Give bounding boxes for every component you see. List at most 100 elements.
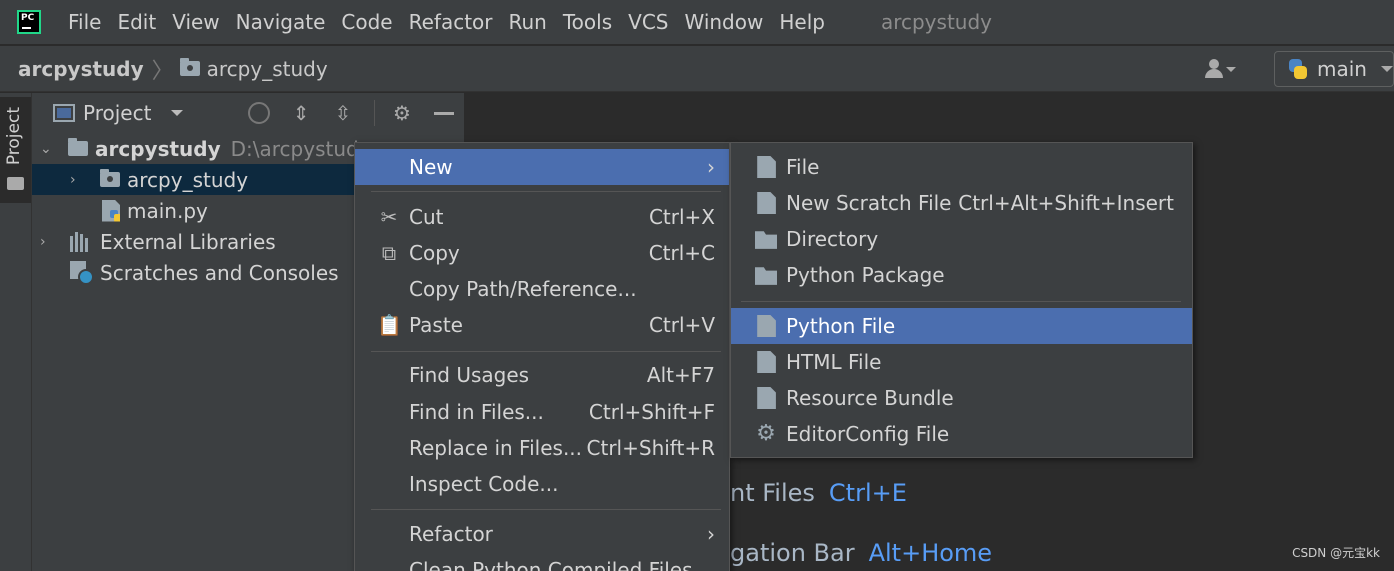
menu-item-paste[interactable]: 📋 Paste Ctrl+V xyxy=(355,307,729,343)
chevron-down-icon[interactable]: ⌄ xyxy=(40,141,68,157)
scissors-icon: ✂ xyxy=(380,205,398,229)
window-title: arcpystudy xyxy=(880,10,992,34)
menu-item-find-usages[interactable]: Find Usages Alt+F7 xyxy=(355,357,729,393)
navigation-bar: arcpystudy 〉 arcpy_study main xyxy=(0,46,1394,92)
menu-refactor[interactable]: Refactor xyxy=(409,10,493,34)
submenu-item-file[interactable]: File xyxy=(731,149,1192,185)
submenu-item-python-package[interactable]: Python Package xyxy=(731,257,1192,293)
menu-item-cut-shortcut: Ctrl+X xyxy=(648,205,715,229)
submenu-item-html-file-label: HTML File xyxy=(786,350,882,374)
submenu-item-resource-bundle[interactable]: Resource Bundle xyxy=(731,380,1192,416)
watermark: CSDN @元宝kk xyxy=(1292,546,1380,560)
gear-icon[interactable]: ⚙ xyxy=(391,102,413,124)
directory-icon xyxy=(755,231,777,249)
breadcrumb-child[interactable]: arcpy_study xyxy=(207,57,328,81)
collapse-all-icon[interactable]: ⇳ xyxy=(332,102,354,124)
chevron-down-icon[interactable] xyxy=(171,110,184,122)
chevron-right-icon: › xyxy=(707,155,715,179)
menu-item-refactor[interactable]: Refactor › xyxy=(355,516,729,552)
project-tool-tab[interactable]: Project xyxy=(0,97,31,203)
tree-libraries-name: External Libraries xyxy=(100,229,276,254)
run-configuration-selector[interactable]: main xyxy=(1274,51,1394,87)
toolbar-divider xyxy=(374,100,375,126)
library-icon xyxy=(70,231,94,252)
submenu-item-resource-bundle-label: Resource Bundle xyxy=(786,386,954,410)
submenu-item-html-file[interactable]: HTML File xyxy=(731,344,1192,380)
menu-divider xyxy=(371,509,721,510)
python-icon xyxy=(1289,59,1308,79)
menu-divider xyxy=(371,351,721,352)
package-folder-icon xyxy=(100,169,120,187)
file-icon xyxy=(757,156,776,178)
chevron-right-icon[interactable]: › xyxy=(40,234,70,250)
python-file-icon xyxy=(102,199,120,222)
tree-file-name: main.py xyxy=(127,198,208,223)
run-config-label: main xyxy=(1317,57,1367,81)
menu-view[interactable]: View xyxy=(172,10,219,34)
submenu-item-python-file[interactable]: Python File xyxy=(731,308,1192,344)
menu-item-cut-label: Cut xyxy=(409,205,444,229)
hint-navigation-bar: gation Bar Alt+Home xyxy=(730,539,992,567)
tree-folder-name: arcpy_study xyxy=(127,167,249,192)
menu-navigate[interactable]: Navigate xyxy=(236,10,326,34)
menu-item-cut[interactable]: ✂ Cut Ctrl+X xyxy=(355,199,729,235)
project-view-icon xyxy=(53,104,75,122)
menu-item-replace-in-files-shortcut: Ctrl+Shift+R xyxy=(586,436,715,460)
account-icon[interactable] xyxy=(1202,57,1236,81)
menu-divider xyxy=(371,191,721,192)
menu-item-copy-shortcut: Ctrl+C xyxy=(648,241,715,265)
submenu-item-scratch-shortcut: Ctrl+Alt+Shift+Insert xyxy=(958,191,1174,215)
chevron-right-icon[interactable]: › xyxy=(70,172,100,188)
menu-item-replace-in-files[interactable]: Replace in Files... Ctrl+Shift+R xyxy=(355,430,729,466)
menu-vcs[interactable]: VCS xyxy=(628,10,668,34)
project-panel-header: Project ⇕ ⇳ ⚙ xyxy=(32,93,464,133)
menu-tools[interactable]: Tools xyxy=(563,10,612,34)
folder-icon xyxy=(179,58,200,76)
menu-item-paste-shortcut: Ctrl+V xyxy=(648,313,715,337)
tree-scratches-name: Scratches and Consoles xyxy=(100,260,339,285)
breadcrumb-separator-icon: 〉 xyxy=(151,58,174,84)
expand-all-icon[interactable]: ⇕ xyxy=(290,102,312,124)
menu-item-find-in-files[interactable]: Find in Files... Ctrl+Shift+F xyxy=(355,394,729,430)
hide-panel-icon[interactable] xyxy=(433,102,455,124)
submenu-item-directory[interactable]: Directory xyxy=(731,221,1192,257)
menu-item-copy-label: Copy xyxy=(409,241,460,265)
menu-item-replace-in-files-label: Replace in Files... xyxy=(409,436,583,460)
menu-edit[interactable]: Edit xyxy=(117,10,156,34)
menu-item-inspect-code[interactable]: Inspect Code... xyxy=(355,466,729,502)
breadcrumb-root[interactable]: arcpystudy xyxy=(18,57,144,81)
python-package-icon xyxy=(755,267,777,285)
copy-icon: ⧉ xyxy=(381,241,397,265)
menu-file[interactable]: File xyxy=(68,10,101,34)
menu-item-find-usages-shortcut: Alt+F7 xyxy=(646,363,715,387)
menu-code[interactable]: Code xyxy=(341,10,392,34)
python-file-icon xyxy=(757,315,776,337)
chevron-down-icon xyxy=(1381,66,1393,78)
menu-window[interactable]: Window xyxy=(684,10,763,34)
menu-item-copy[interactable]: ⧉ Copy Ctrl+C xyxy=(355,235,729,271)
menu-item-clean-python-label: Clean Python Compiled Files xyxy=(409,558,693,571)
new-submenu: File New Scratch File Ctrl+Alt+Shift+Ins… xyxy=(730,142,1193,458)
menu-item-find-in-files-shortcut: Ctrl+Shift+F xyxy=(588,400,715,424)
menu-item-clean-python[interactable]: Clean Python Compiled Files xyxy=(355,552,729,571)
folder-icon xyxy=(68,138,88,156)
project-tab-label: Project xyxy=(4,107,24,166)
menu-item-inspect-code-label: Inspect Code... xyxy=(409,472,559,496)
locate-file-icon[interactable] xyxy=(248,102,270,124)
context-menu: New › ✂ Cut Ctrl+X ⧉ Copy Ctrl+C Copy Pa… xyxy=(354,142,730,571)
menu-item-refactor-label: Refactor xyxy=(409,522,493,546)
submenu-item-python-package-label: Python Package xyxy=(786,263,945,287)
submenu-item-scratch[interactable]: New Scratch File Ctrl+Alt+Shift+Insert xyxy=(731,185,1192,221)
menu-item-copy-path[interactable]: Copy Path/Reference... xyxy=(355,271,729,307)
menu-item-new-label: New xyxy=(409,155,453,179)
submenu-item-editorconfig[interactable]: ⚙ EditorConfig File xyxy=(731,416,1192,452)
menu-item-paste-label: Paste xyxy=(409,313,463,337)
menu-item-new[interactable]: New › xyxy=(355,149,729,185)
menu-help[interactable]: Help xyxy=(779,10,825,34)
project-view-selector[interactable]: Project xyxy=(83,101,151,125)
menu-run[interactable]: Run xyxy=(509,10,547,34)
hint-recent-files-label: nt Files xyxy=(730,479,815,507)
tree-root-name: arcpystudy xyxy=(95,136,221,161)
submenu-item-scratch-label: New Scratch File xyxy=(786,191,952,215)
folder-icon xyxy=(7,177,24,190)
